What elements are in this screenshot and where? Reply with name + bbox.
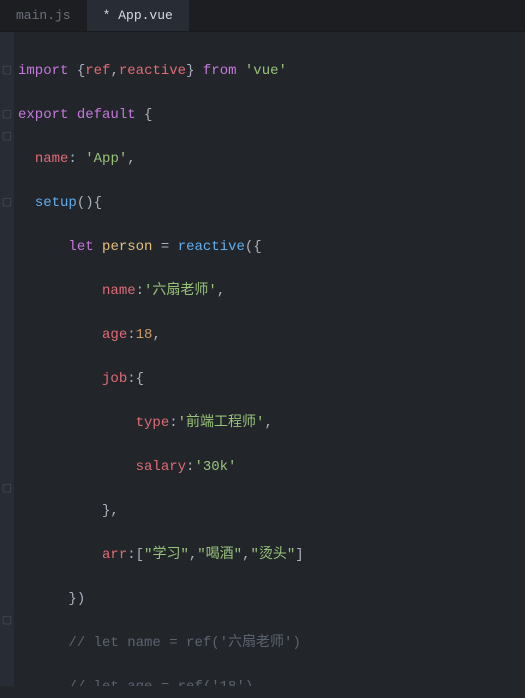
editor: ▢ ▢ ▢ ▢ ▢ ▢ import {ref,reactive} from '… <box>0 32 525 686</box>
fold-marker[interactable]: ▢ <box>0 60 14 82</box>
tab-main-js[interactable]: main.js <box>0 0 87 31</box>
code-area[interactable]: import {ref,reactive} from 'vue' export … <box>14 32 525 686</box>
fold-marker[interactable]: ▢ <box>0 478 14 500</box>
fold-marker[interactable]: ▢ <box>0 192 14 214</box>
fold-marker[interactable]: ▢ <box>0 610 14 632</box>
fold-marker[interactable]: ▢ <box>0 126 14 148</box>
tab-bar: main.js * App.vue <box>0 0 525 32</box>
fold-gutter: ▢ ▢ ▢ ▢ ▢ ▢ <box>0 32 14 686</box>
tab-app-vue[interactable]: * App.vue <box>87 0 189 31</box>
fold-marker[interactable]: ▢ <box>0 104 14 126</box>
